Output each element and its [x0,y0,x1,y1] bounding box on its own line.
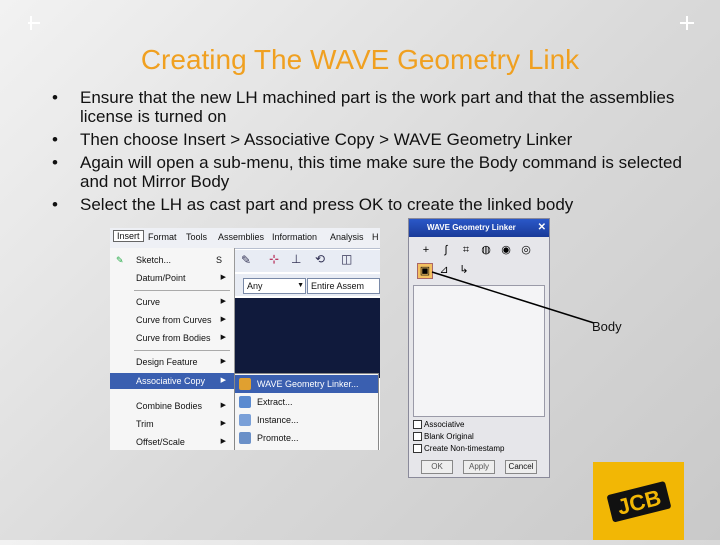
jcb-logo: JCB [593,462,684,540]
callout-leader [431,271,595,324]
jcb-logo-text: JCB [615,485,664,520]
callout-line [431,271,595,324]
jcb-logo-mark: JCB [607,481,671,522]
callout-label-body: Body [592,319,622,334]
